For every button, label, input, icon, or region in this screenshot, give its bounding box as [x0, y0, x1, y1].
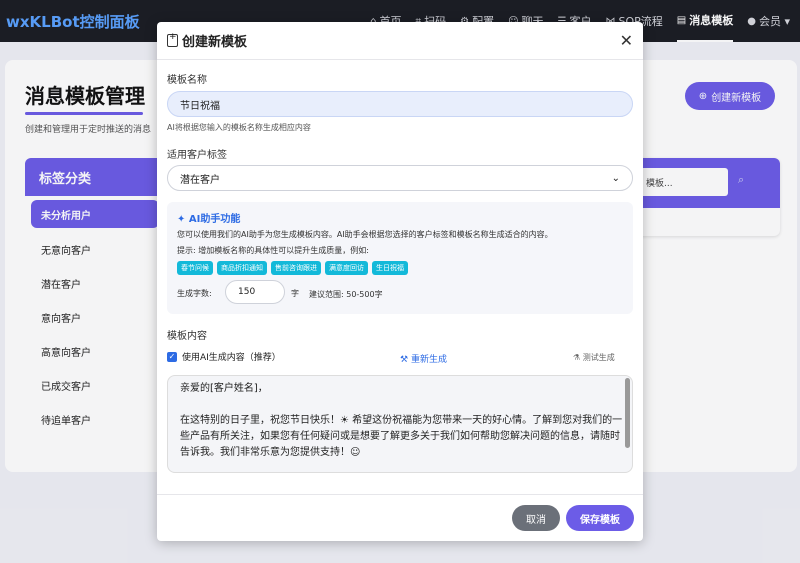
content-text: 亲爱的[客户姓名]， 在这特别的日子里，祝您节日快乐！☀ 希望这份祝福能为您带来… [180, 383, 623, 458]
word-count-input[interactable]: 150 [225, 280, 285, 304]
customer-tag-label: 适用客户标签 [167, 150, 227, 161]
chevron-down-icon: ⌄ [611, 172, 620, 184]
cancel-button[interactable]: 取消 [512, 505, 560, 531]
test-generate-button[interactable]: ⚗ 测试生成 [573, 352, 615, 363]
word-count-unit: 字 [291, 289, 299, 298]
template-name-input[interactable]: 节日祝福 [167, 91, 633, 117]
example-chip[interactable]: 满意度回访 [325, 261, 368, 275]
content-textarea[interactable]: 亲爱的[客户姓名]， 在这特别的日子里，祝您节日快乐！☀ 希望这份祝福能为您带来… [167, 375, 633, 473]
test-generate-label: 测试生成 [582, 353, 615, 362]
modal-header: 创建新模板 ✕ [157, 22, 643, 60]
ai-assistant-title: ✦ AI助手功能 [177, 210, 240, 225]
template-name-label: 模板名称 [167, 75, 207, 86]
customer-tag-select[interactable]: 潜在客户 ⌄ [167, 165, 633, 191]
sparkle-icon: ✦ [177, 214, 189, 225]
customer-tag-value: 潜在客户 [180, 174, 220, 186]
close-icon[interactable]: ✕ [620, 31, 633, 50]
modal-footer: 取消 保存模板 [157, 494, 643, 541]
word-count-label: 生成字数: [177, 289, 212, 298]
modal-title: 创建新模板 [182, 35, 248, 50]
ai-assistant-box: ✦ AI助手功能 您可以使用我们的AI助手为您生成模板内容。AI助手会根据您选择… [167, 202, 633, 314]
magic-wand-icon: ⚒ [400, 355, 411, 365]
use-ai-checkbox[interactable]: ✓ [167, 351, 177, 362]
ai-assistant-description: 您可以使用我们的AI助手为您生成模板内容。AI助手会根据您选择的客户标签和模板名… [177, 230, 553, 239]
ai-tip: 提示: 增加模板名称的具体性可以提升生成质量，例如: [177, 246, 369, 255]
template-name-hint: AI将根据您输入的模板名称生成相应内容 [167, 123, 311, 132]
ai-assistant-title-text: AI助手功能 [188, 214, 241, 225]
example-chip[interactable]: 售前咨询跟进 [271, 261, 321, 275]
flask-icon: ⚗ [573, 353, 583, 362]
file-plus-icon [167, 32, 178, 47]
example-chip[interactable]: 春节问候 [177, 261, 213, 275]
regenerate-button[interactable]: ⚒ 重新生成 [400, 352, 447, 365]
example-chip[interactable]: 生日祝福 [372, 261, 408, 275]
use-ai-label: 使用AI生成内容（推荐） [182, 353, 281, 363]
scrollbar[interactable] [625, 378, 630, 448]
example-chip[interactable]: 商品折扣通知 [217, 261, 267, 275]
example-chips: 春节问候 商品折扣通知 售前咨询跟进 满意度回访 生日祝福 [177, 261, 408, 275]
save-template-button[interactable]: 保存模板 [566, 505, 634, 531]
create-template-modal: 创建新模板 ✕ 模板名称 节日祝福 AI将根据您输入的模板名称生成相应内容 适用… [157, 22, 643, 541]
regenerate-label: 重新生成 [410, 355, 447, 365]
use-ai-row: ✓ 使用AI生成内容（推荐） [167, 350, 281, 363]
content-label: 模板内容 [167, 331, 207, 342]
word-count-range: 建议范围: 50-500字 [309, 290, 383, 299]
